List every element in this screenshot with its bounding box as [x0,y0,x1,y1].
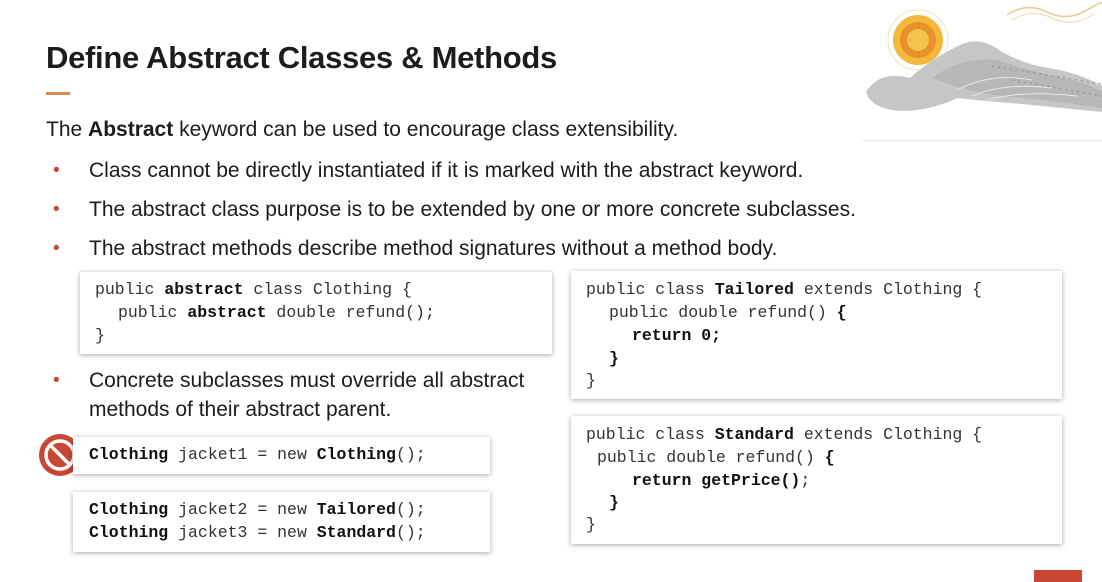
slide-title: Define Abstract Classes & Methods [46,40,557,75]
bullet-item: • Concrete subclasses must override all a… [53,366,559,424]
title-accent-bar [46,92,70,95]
intro-prefix: The [46,118,89,141]
bullet-marker: • [53,160,60,181]
code-line: } [609,493,619,512]
code-line: public double refund() { [597,448,835,467]
bullet-marker: • [53,199,60,220]
header-divider [862,140,1102,141]
bullet-text: Class cannot be directly instantiated if… [89,159,804,182]
valid-instantiation-code: Clothing jacket2 = new Tailored(); Cloth… [73,492,490,552]
intro-text: The Abstract keyword can be used to enco… [46,118,678,142]
abstract-class-code: public abstract class Clothing { public … [80,272,552,354]
code-line: } [586,371,596,390]
bullet-text: The abstract class purpose is to be exte… [89,198,856,221]
code-line: Clothing jacket1 = new Clothing(); [89,445,426,464]
code-line: public double refund() { [609,303,847,322]
bullet-marker: • [53,238,60,259]
standard-class-code: public class Standard extends Clothing {… [571,416,1062,544]
code-line: public class Tailored extends Clothing { [586,280,983,299]
code-line: } [609,349,619,368]
code-line: public abstract class Clothing { [95,280,412,299]
code-line: public abstract double refund(); [118,303,435,322]
code-line: public class Standard extends Clothing { [586,425,983,444]
bullet-text: The abstract methods describe method sig… [89,237,778,260]
code-line: return 0; [632,326,722,345]
bullet-text: Concrete subclasses must override all ab… [89,369,525,421]
code-line: return getPrice(); [632,471,811,490]
bullet-marker: • [53,370,60,391]
sun-mountain-illustration [866,2,1102,113]
bullet-item: • Class cannot be directly instantiated i… [53,156,804,185]
code-line: } [586,515,596,534]
code-line: } [95,326,105,345]
code-line: Clothing jacket3 = new Standard(); [89,523,426,542]
brand-tab [1034,570,1082,582]
code-line: Clothing jacket2 = new Tailored(); [89,500,426,519]
bullet-item: • The abstract methods describe method si… [53,234,778,263]
intro-bold: Abstract [88,118,174,141]
invalid-instantiation-code: Clothing jacket1 = new Clothing(); [73,437,490,474]
bullet-item: • The abstract class purpose is to be ext… [53,195,856,224]
intro-suffix: keyword can be used to encourage class e… [173,118,679,141]
tailored-class-code: public class Tailored extends Clothing {… [571,271,1062,399]
